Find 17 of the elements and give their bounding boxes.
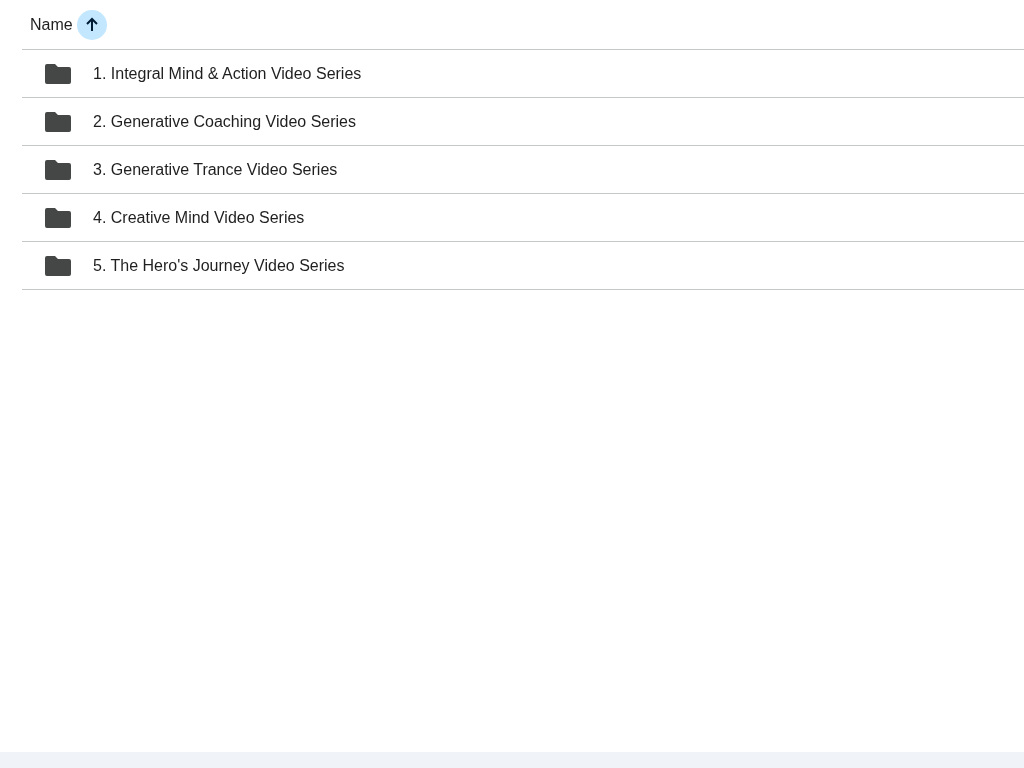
file-row[interactable]: 1. Integral Mind & Action Video Series xyxy=(22,50,1024,98)
file-name: 2. Generative Coaching Video Series xyxy=(93,111,356,132)
folder-icon xyxy=(45,159,71,180)
file-name: 4. Creative Mind Video Series xyxy=(93,207,305,228)
file-name: 5. The Hero's Journey Video Series xyxy=(93,255,345,276)
folder-icon xyxy=(45,255,71,276)
sort-button[interactable] xyxy=(76,9,107,40)
folder-icon xyxy=(45,63,71,84)
file-row[interactable]: 4. Creative Mind Video Series xyxy=(22,194,1024,242)
folder-icon xyxy=(45,111,71,132)
file-row[interactable]: 3. Generative Trance Video Series xyxy=(22,146,1024,194)
column-header[interactable]: Name xyxy=(30,12,73,37)
file-name: 1. Integral Mind & Action Video Series xyxy=(93,63,362,84)
file-row[interactable]: 5. The Hero's Journey Video Series xyxy=(22,242,1024,290)
file-row[interactable]: 2. Generative Coaching Video Series xyxy=(22,98,1024,146)
folder-icon xyxy=(45,207,71,228)
file-name: 3. Generative Trance Video Series xyxy=(93,159,338,180)
